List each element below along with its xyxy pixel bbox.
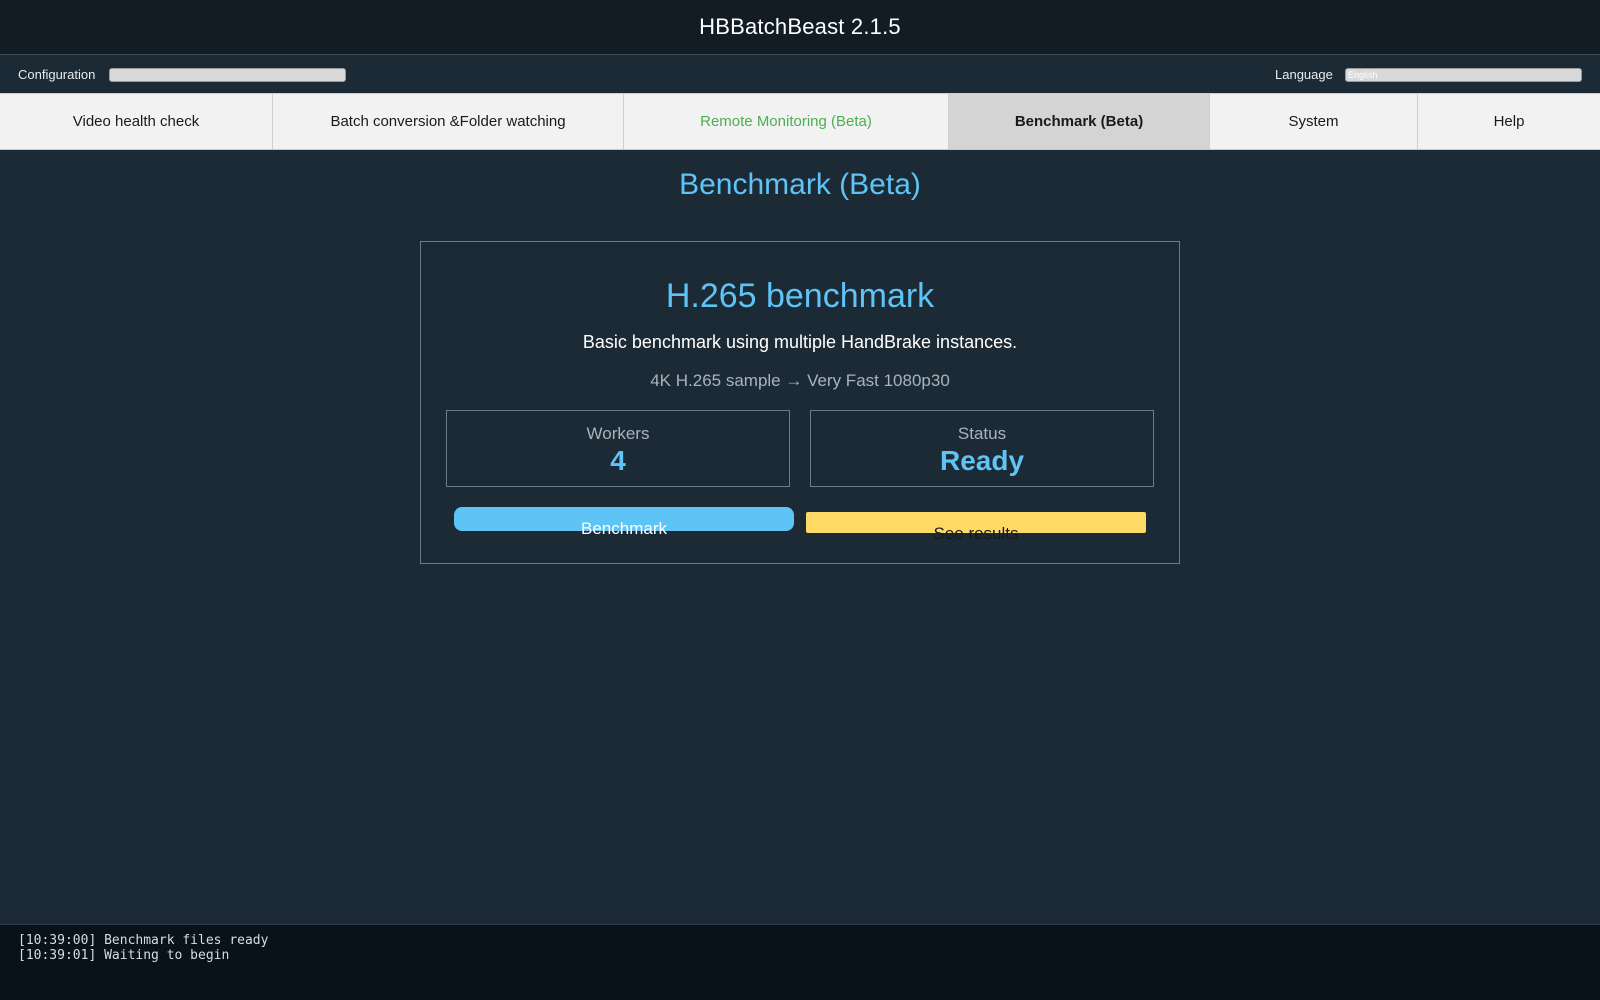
tab-system[interactable]: System bbox=[1210, 94, 1418, 149]
tab-video-health-check[interactable]: Video health check bbox=[0, 94, 273, 149]
config-row: Configuration Language English bbox=[0, 56, 1600, 93]
tab-batch-conversion[interactable]: Batch conversion &Folder watching bbox=[273, 94, 624, 149]
workers-label: Workers bbox=[586, 424, 650, 443]
status-stat: Status Ready bbox=[810, 410, 1154, 487]
tab-help[interactable]: Help bbox=[1418, 94, 1600, 149]
benchmark-card: H.265 benchmark Basic benchmark using mu… bbox=[420, 241, 1180, 564]
log-line: [10:39:00] Benchmark files ready bbox=[18, 933, 269, 948]
configuration-label: Configuration bbox=[18, 67, 96, 82]
card-subtitle: 4K H.265 sample → Very Fast 1080p30 bbox=[650, 371, 950, 390]
tab-benchmark[interactable]: Benchmark (Beta) bbox=[949, 94, 1210, 149]
configuration-select[interactable] bbox=[109, 68, 346, 82]
title-bar: HBBatchBeast 2.1.5 bbox=[0, 0, 1600, 55]
log-line: [10:39:01] Waiting to begin bbox=[18, 948, 230, 963]
see-results-button-label: See results bbox=[933, 524, 1019, 543]
tab-bar: Video health check Batch conversion &Fol… bbox=[0, 93, 1600, 150]
log-panel: [10:39:00] Benchmark files ready [10:39:… bbox=[0, 924, 1600, 1000]
tab-remote-monitoring[interactable]: Remote Monitoring (Beta) bbox=[624, 94, 949, 149]
workers-value: 4 bbox=[610, 445, 626, 476]
card-description: Basic benchmark using multiple HandBrake… bbox=[582, 332, 1018, 352]
language-select[interactable]: English bbox=[1345, 68, 1582, 82]
status-value: Ready bbox=[939, 445, 1025, 476]
page-title: Benchmark (Beta) bbox=[679, 168, 921, 201]
card-title: H.265 benchmark bbox=[665, 277, 935, 315]
app-title: HBBatchBeast 2.1.5 bbox=[699, 14, 901, 39]
app-window: HBBatchBeast 2.1.5 Configuration Languag… bbox=[0, 0, 1600, 1000]
benchmark-button-label: Benchmark bbox=[581, 519, 667, 538]
status-label: Status bbox=[957, 424, 1007, 443]
workers-stat: Workers 4 bbox=[446, 410, 790, 487]
benchmark-button[interactable]: Benchmark bbox=[454, 507, 794, 538]
language-label: Language bbox=[1275, 67, 1333, 82]
see-results-button[interactable]: See results bbox=[806, 512, 1146, 543]
